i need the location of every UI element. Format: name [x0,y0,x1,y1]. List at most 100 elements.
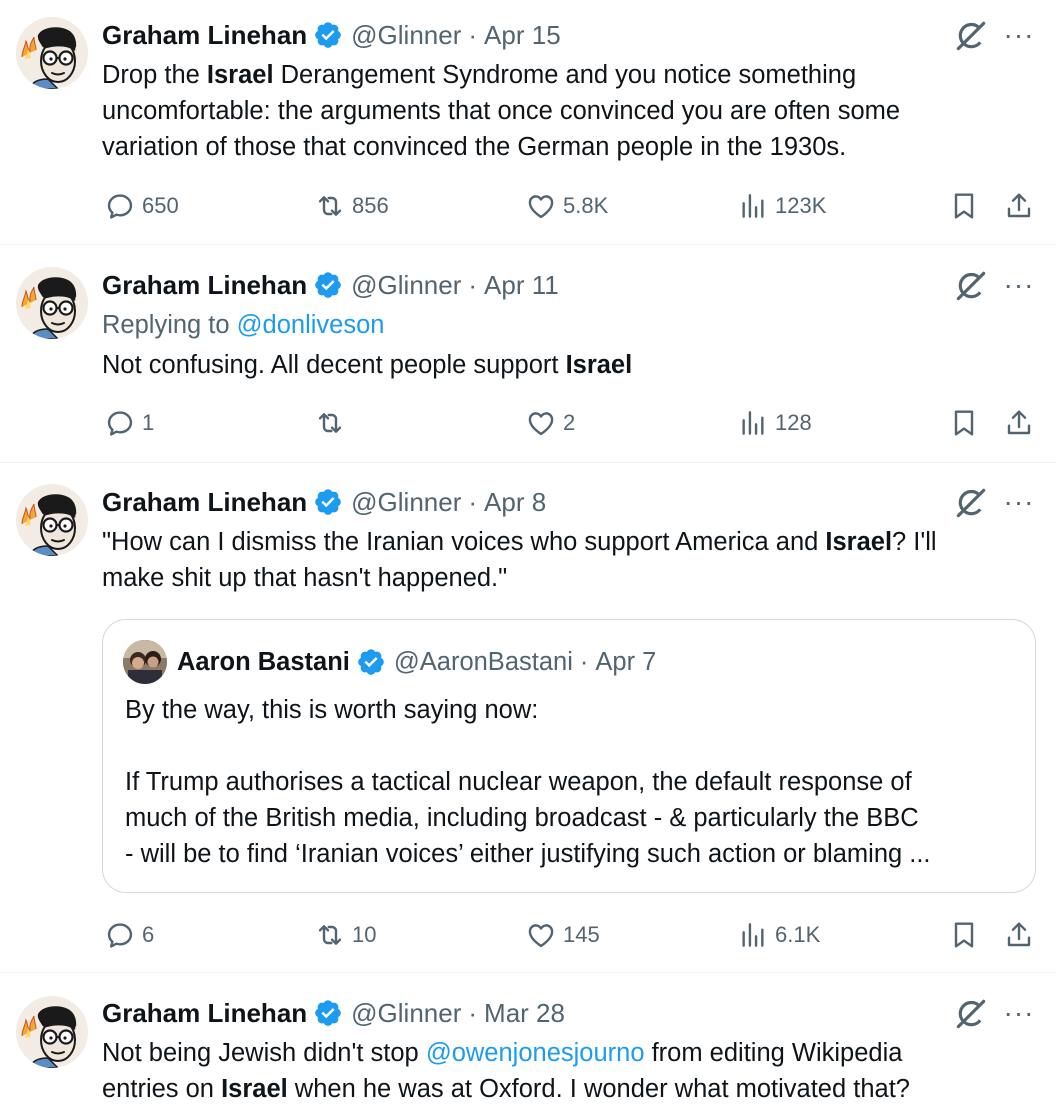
tweet[interactable]: Graham Linehan @Glinner · Apr 15 ··· Dro… [0,0,1056,245]
verified-badge-icon[interactable] [313,270,343,300]
like-button[interactable]: 5.8K [525,186,608,226]
views-button[interactable]: 6.1K [737,915,820,955]
verified-badge-icon[interactable] [313,20,343,50]
grok-icon[interactable] [952,17,990,55]
separator-dot: · [468,997,478,1028]
share-button[interactable] [1003,915,1035,955]
reply-count: 1 [142,410,155,435]
repost-button[interactable]: 10 [314,915,376,955]
reply-icon [104,190,136,222]
quoted-text-line: By the way, this is worth saying now: [125,696,539,724]
share-button[interactable] [1003,403,1035,443]
quoted-author-handle[interactable]: @AaronBastani [394,648,573,677]
tweet-text-line: uncomfortable: the arguments that once c… [102,97,901,125]
tweet[interactable]: Graham Linehan @Glinner · Apr 11 ··· Rep… [0,244,1056,463]
tweet-text: Drop the Israel Derangement Syndrome and… [102,57,1032,165]
reply-button[interactable]: 650 [104,186,179,226]
quoted-date[interactable]: Apr 7 [595,648,656,677]
avatar[interactable] [16,17,88,89]
tweet-header: Graham Linehan @Glinner · Apr 8 [102,484,546,520]
highlighted-term: Israel [825,528,893,556]
quoted-author-name[interactable]: Aaron Bastani [177,648,350,677]
quoted-text-line: much of the British media, including bro… [125,804,919,832]
repost-button[interactable] [314,403,346,443]
views-icon [737,919,769,951]
bookmark-button[interactable] [948,403,980,443]
tweet-date[interactable]: Mar 28 [484,998,565,1029]
bookmark-icon [948,919,980,951]
author-name[interactable]: Graham Linehan [102,20,307,51]
more-options-button[interactable]: ··· [1000,16,1038,54]
tweet-text-line: entries on Israel when he was at Oxford.… [102,1075,910,1103]
like-button[interactable]: 2 [525,403,575,443]
tweet-date[interactable]: Apr 15 [484,20,561,51]
bookmark-button[interactable] [948,915,980,955]
bookmark-button[interactable] [948,186,980,226]
tweet-text-line: Drop the Israel Derangement Syndrome and… [102,61,857,89]
tweet-header: Graham Linehan @Glinner · Apr 11 [102,267,559,303]
profile-picture [16,267,88,339]
tweet-header: Graham Linehan @Glinner · Apr 15 [102,17,561,53]
grok-icon[interactable] [952,267,990,305]
author-handle[interactable]: @Glinner [351,487,461,518]
highlighted-term: Israel [221,1075,288,1103]
grok-icon[interactable] [952,995,990,1033]
reply-button[interactable]: 6 [104,915,154,955]
more-options-button[interactable]: ··· [1000,994,1038,1032]
author-handle[interactable]: @Glinner [351,998,461,1029]
avatar[interactable] [16,996,88,1068]
tweet-text: Not being Jewish didn't stop @owenjonesj… [102,1035,1032,1107]
heart-icon [525,190,557,222]
tweet-actions: 1 2 128 [0,403,1056,443]
tweet-actions: 650 856 5.8K 123K [0,186,1056,226]
quoted-text-line: If Trump authorises a tactical nuclear w… [125,768,912,796]
separator-dot: · [468,19,478,50]
tweet-date[interactable]: Apr 8 [484,487,546,518]
quoted-avatar[interactable] [123,640,167,684]
like-count: 2 [563,410,576,435]
highlighted-term: Israel [206,61,274,89]
views-button[interactable]: 123K [737,186,826,226]
grok-icon[interactable] [952,484,990,522]
quoted-text-line: - will be to find ‘Iranian voices’ eithe… [125,840,931,868]
more-options-button[interactable]: ··· [1000,266,1038,304]
mention-link[interactable]: @owenjonesjourno [426,1039,645,1067]
separator-dot: · [468,486,478,517]
replying-to-link[interactable]: @donliveson [237,311,385,339]
separator-dot: · [468,269,478,300]
verified-badge-icon [356,647,386,677]
more-options-button[interactable]: ··· [1000,483,1038,521]
author-handle[interactable]: @Glinner [351,20,461,51]
author-handle[interactable]: @Glinner [351,270,461,301]
share-button[interactable] [1003,186,1035,226]
highlighted-term: Israel [565,351,633,379]
replying-to: Replying to @donliveson [102,311,385,339]
like-button[interactable]: 145 [525,915,600,955]
reply-icon [104,407,136,439]
tweet[interactable]: Graham Linehan @Glinner · Mar 28 ··· Not… [0,972,1056,1120]
repost-button[interactable]: 856 [314,186,389,226]
tweet-text-line: make shit up that hasn't happened." [102,564,508,592]
views-count: 128 [775,410,812,435]
verified-badge-icon[interactable] [313,998,343,1028]
tweet[interactable]: Graham Linehan @Glinner · Apr 8 ··· "How… [0,462,1056,973]
author-name[interactable]: Graham Linehan [102,487,307,518]
author-name[interactable]: Graham Linehan [102,270,307,301]
verified-badge-icon[interactable] [313,487,343,517]
tweet-text-line: "How can I dismiss the Iranian voices wh… [102,528,937,556]
bookmark-icon [948,407,980,439]
tweet-date[interactable]: Apr 11 [484,270,559,301]
quoted-tweet[interactable]: Aaron Bastani @AaronBastani · Apr 7 By t… [102,619,1036,893]
tweet-text-line: Not being Jewish didn't stop @owenjonesj… [102,1039,903,1067]
avatar[interactable] [16,267,88,339]
repost-icon [314,919,346,951]
views-button[interactable]: 128 [737,403,812,443]
heart-icon [525,919,557,951]
author-name[interactable]: Graham Linehan [102,998,307,1029]
repost-count: 10 [352,922,377,947]
reply-icon [104,919,136,951]
reply-button[interactable]: 1 [104,403,154,443]
avatar[interactable] [16,484,88,556]
views-count: 123K [775,193,827,218]
views-icon [737,190,769,222]
